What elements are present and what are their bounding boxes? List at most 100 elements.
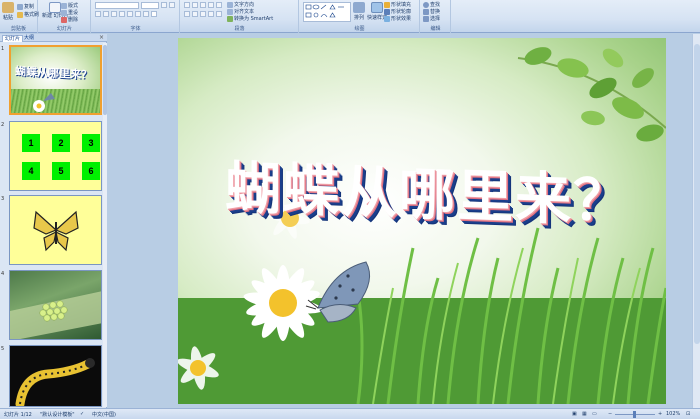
scrollbar-thumb[interactable] (694, 44, 700, 344)
editor-scrollbar[interactable] (692, 34, 700, 408)
slides-pane-scrollbar[interactable] (103, 43, 107, 407)
drawing-group-label: 绘图 (354, 26, 365, 32)
arrange-button[interactable]: 排列 (353, 2, 365, 21)
line-spacing-button[interactable] (216, 2, 222, 8)
strikethrough-button[interactable] (119, 11, 125, 17)
bullets-button[interactable] (184, 2, 190, 8)
shadow-button[interactable] (127, 11, 133, 17)
tab-slides[interactable]: 幻灯片 (2, 35, 24, 42)
paragraph-group: 文字方向 对齐文本 转换为 SmartArt 段落 (181, 0, 299, 33)
zoom-out-icon[interactable]: − (608, 411, 612, 417)
fit-to-window-icon[interactable]: ⊡ (686, 411, 690, 417)
editing-group: 查找 替换 选择 编辑 (421, 0, 451, 33)
view-normal-icon[interactable]: ▣ (572, 411, 577, 417)
clipboard-group: 粘贴 复制 格式刷 剪贴板 (0, 0, 39, 33)
clipboard-group-label: 剪贴板 (10, 26, 26, 32)
replace-button[interactable]: 替换 (423, 8, 440, 15)
outline-icon (384, 8, 390, 15)
editing-group-label: 编辑 (430, 26, 441, 32)
shrink-font-icon[interactable] (169, 2, 175, 8)
text-direction-icon (227, 1, 233, 8)
slides-group-label: 幻灯片 (56, 26, 72, 32)
slide-thumbnail-4[interactable] (9, 270, 102, 340)
copy-button[interactable]: 复制 (17, 3, 34, 10)
italic-button[interactable] (103, 11, 109, 17)
current-slide[interactable]: 蝴蝶从哪里来？ (178, 38, 666, 404)
butterfly-daisy-icon (33, 93, 55, 112)
slide-thumbnail-5[interactable] (9, 345, 102, 407)
select-button[interactable]: 选择 (423, 15, 440, 22)
reset-icon (61, 9, 67, 16)
shape-fill-button[interactable]: 形状填充 (384, 1, 411, 8)
columns-button[interactable] (216, 11, 222, 17)
bold-button[interactable] (95, 11, 101, 17)
slide-number: 4 (1, 271, 5, 277)
layout-icon (61, 2, 67, 9)
layout-button[interactable]: 版式 (61, 2, 78, 9)
smartart-icon (227, 15, 233, 22)
change-case-button[interactable] (143, 11, 149, 17)
slide-number: 2 (1, 122, 5, 128)
clipboard-icon (2, 2, 14, 13)
paste-button[interactable]: 粘贴 (2, 2, 14, 21)
decrease-indent-button[interactable] (200, 2, 206, 8)
replace-icon (423, 8, 429, 15)
status-bar: 幻灯片 1/12 "默认设计模板" ✓ 中文(中国) ▣ ▦ ▭ − + 102… (0, 408, 700, 419)
pane-tabs: 幻灯片 大纲 × (0, 34, 107, 42)
slide-title[interactable]: 蝴蝶从哪里来？ (218, 143, 638, 239)
slide-thumbnail-2[interactable]: 1 2 3 4 5 6 (9, 121, 102, 191)
zoom-in-icon[interactable]: + (658, 411, 662, 417)
slides-group: 新建 幻灯片 版式 重设 删除 幻灯片 (39, 0, 91, 33)
smartart-button[interactable]: 转换为 SmartArt (227, 15, 273, 22)
grass-image (178, 208, 666, 404)
font-name-combo[interactable] (95, 2, 139, 9)
shape-effects-button[interactable]: 形状效果 (384, 15, 411, 22)
delete-slide-button[interactable]: 删除 (61, 16, 78, 23)
format-painter-button[interactable]: 格式刷 (17, 11, 39, 18)
find-button[interactable]: 查找 (423, 1, 440, 8)
swallowtail-butterfly-icon (33, 210, 79, 252)
delete-icon (61, 16, 67, 23)
view-sorter-icon[interactable]: ▦ (582, 411, 587, 417)
close-icon[interactable]: × (99, 34, 104, 42)
align-right-button[interactable] (200, 11, 206, 17)
slide-number: 5 (1, 346, 5, 352)
butterfly-image (305, 261, 371, 323)
quick-styles-icon (371, 2, 383, 13)
shapes-icon (305, 4, 344, 18)
tab-outline[interactable]: 大纲 (22, 35, 36, 42)
increase-indent-button[interactable] (208, 2, 214, 8)
text-direction-button[interactable]: 文字方向 (227, 1, 254, 8)
justify-button[interactable] (208, 11, 214, 17)
char-spacing-button[interactable] (135, 11, 141, 17)
slide-thumbnail-3[interactable] (9, 195, 102, 265)
shape-outline-button[interactable]: 形状轮廓 (384, 8, 411, 15)
font-size-combo[interactable] (141, 2, 159, 9)
number-square: 4 (22, 162, 40, 180)
select-icon (423, 15, 429, 22)
grow-font-icon[interactable] (161, 2, 167, 8)
find-icon (423, 1, 429, 8)
spell-check-icon[interactable]: ✓ (80, 411, 84, 417)
align-text-button[interactable]: 对齐文本 (227, 8, 254, 15)
underline-button[interactable] (111, 11, 117, 17)
number-square: 3 (82, 134, 100, 152)
theme-name: "默认设计模板" (40, 412, 75, 418)
zoom-level[interactable]: 102% (666, 411, 680, 417)
numbering-button[interactable] (192, 2, 198, 8)
slide-thumbnail-1[interactable]: 蝴蝶从哪里来？ (9, 45, 102, 115)
slide-editing-area: 蝴蝶从哪里来？ (108, 34, 700, 408)
scrollbar-thumb[interactable] (103, 45, 107, 115)
zoom-slider-thumb[interactable] (633, 411, 636, 418)
slides-pane: 幻灯片 大纲 × 1 蝴蝶从哪里来？ 2 1 2 3 4 5 6 3 4 5 (0, 34, 107, 408)
shapes-gallery[interactable] (303, 2, 351, 22)
reset-button[interactable]: 重设 (61, 9, 78, 16)
paragraph-group-label: 段落 (234, 26, 245, 32)
language-indicator[interactable]: 中文(中国) (92, 411, 116, 418)
align-center-button[interactable] (192, 11, 198, 17)
slide-number: 1 (1, 46, 5, 52)
align-left-button[interactable] (184, 11, 190, 17)
view-slideshow-icon[interactable]: ▭ (592, 411, 597, 417)
font-color-button[interactable] (151, 11, 157, 17)
copy-icon (17, 3, 23, 10)
